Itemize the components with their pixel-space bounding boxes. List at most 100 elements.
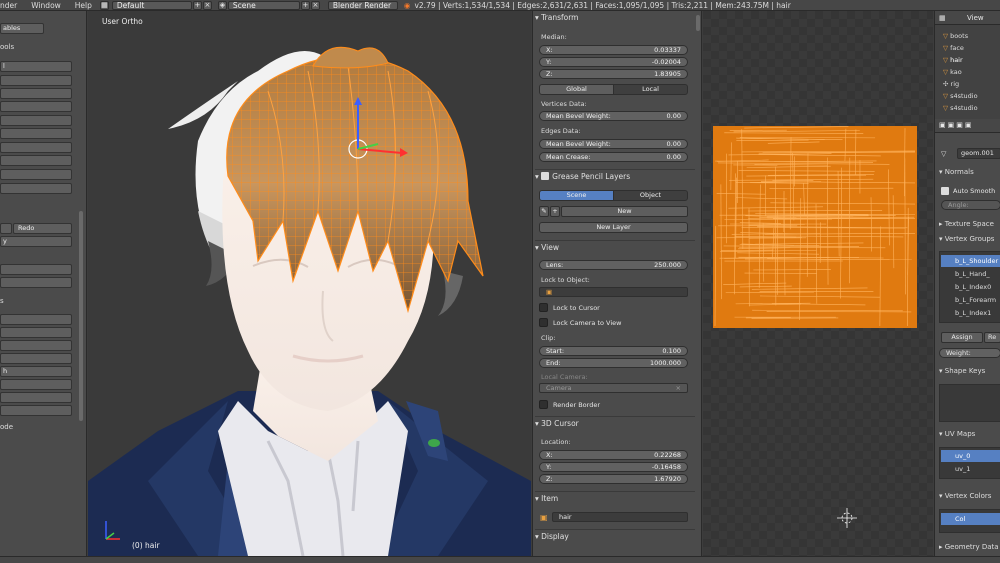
remove-scene-icon[interactable]: × xyxy=(310,0,320,10)
transform-panel-header[interactable]: ▾ Transform xyxy=(535,11,695,25)
item-panel-header[interactable]: ▾ Item xyxy=(535,491,695,505)
lock-camera-checkbox[interactable] xyxy=(539,318,548,327)
outliner-item[interactable]: ▽ boots xyxy=(943,30,968,42)
median-z-field[interactable]: Z: 1.83905 xyxy=(539,69,688,79)
tool-button[interactable] xyxy=(0,142,72,153)
tool-button[interactable] xyxy=(0,128,72,139)
global-toggle[interactable]: Global xyxy=(539,84,614,95)
cursor-x-field[interactable]: X: 0.22268 xyxy=(539,450,688,460)
tool-button[interactable] xyxy=(0,101,72,112)
tool-button[interactable] xyxy=(0,155,72,166)
normals-header[interactable]: ▾ Normals xyxy=(939,168,974,176)
vertex-color-item[interactable]: Col xyxy=(941,513,1000,525)
grease-pencil-panel-header[interactable]: ▾ Grease Pencil Layers xyxy=(535,169,695,183)
median-x-field[interactable]: X: 0.03337 xyxy=(539,45,688,55)
add-scene-icon[interactable]: + xyxy=(300,0,310,10)
3d-viewport[interactable]: User Ortho (0) hair xyxy=(88,11,531,556)
toolshelf-scrollbar[interactable] xyxy=(79,211,83,421)
tool-button[interactable] xyxy=(0,353,72,364)
outliner-item[interactable]: ▽ kao xyxy=(943,66,962,78)
texture-space-header[interactable]: ▸ Texture Space xyxy=(939,220,994,228)
new-layer-button[interactable]: New Layer xyxy=(539,222,688,233)
tool-button[interactable] xyxy=(0,183,72,194)
vertex-group-item[interactable]: b_L_Hand_ xyxy=(941,268,1000,280)
menu-help[interactable]: Help xyxy=(68,1,99,10)
tool-button[interactable] xyxy=(0,405,72,416)
outliner-item[interactable]: ▽ s4studio xyxy=(943,102,978,114)
tool-button[interactable] xyxy=(0,75,72,86)
render-border-checkbox[interactable] xyxy=(539,400,548,409)
outliner-item[interactable]: ✣ rig xyxy=(943,78,959,90)
outliner-item[interactable]: ▽ hair xyxy=(943,54,963,66)
weight-field[interactable]: Weight: xyxy=(939,348,1000,358)
add-screen-icon[interactable]: + xyxy=(192,0,202,10)
properties-scrollbar[interactable] xyxy=(696,15,700,31)
tool-button[interactable] xyxy=(0,327,72,338)
outliner-item[interactable]: ▽ s4studio xyxy=(943,90,978,102)
mesh-name-field[interactable]: geom.001 xyxy=(957,148,1000,159)
tool-button[interactable] xyxy=(0,379,72,390)
scene-source-toggle[interactable]: Scene xyxy=(539,190,614,201)
uv-maps-header[interactable]: ▾ UV Maps xyxy=(939,430,975,438)
vertex-bevel-weight-field[interactable]: Mean Bevel Weight: 0.00 xyxy=(539,111,688,121)
tool-button[interactable] xyxy=(0,392,72,403)
redo-button[interactable]: Redo xyxy=(13,223,72,234)
tool-button[interactable] xyxy=(0,115,72,126)
vertex-group-item[interactable]: b_L_Forearm xyxy=(941,294,1000,306)
vertex-group-item[interactable]: b_L_Shoulder xyxy=(941,255,1000,267)
mean-crease-field[interactable]: Mean Crease: 0.00 xyxy=(539,152,688,162)
uv-map-item[interactable]: uv_1 xyxy=(941,463,1000,475)
scene-icon[interactable]: ◈ xyxy=(217,0,227,10)
median-y-field[interactable]: Y: -0.02004 xyxy=(539,57,688,67)
tool-button[interactable] xyxy=(0,264,72,275)
tool-button[interactable] xyxy=(0,88,72,99)
outliner-item[interactable]: ▽ face xyxy=(943,42,964,54)
vertex-group-item[interactable]: b_L_Index0 xyxy=(941,281,1000,293)
item-name-field[interactable]: hair xyxy=(552,512,688,522)
menu-render[interactable]: nder xyxy=(0,1,24,10)
assign-button[interactable]: Assign xyxy=(941,332,983,343)
new-gpencil-button[interactable]: New xyxy=(561,206,688,217)
undo-button[interactable] xyxy=(0,223,12,234)
vertex-groups-header[interactable]: ▾ Vertex Groups xyxy=(939,235,994,243)
remove-from-group-button[interactable]: Re xyxy=(984,332,1000,343)
local-toggle[interactable]: Local xyxy=(613,84,688,95)
display-panel-header[interactable]: ▾ Display xyxy=(535,529,695,543)
scene-select[interactable]: Scene xyxy=(227,0,300,10)
tool-button[interactable]: h xyxy=(0,366,72,377)
tool-button[interactable] xyxy=(0,277,72,288)
vertex-group-item[interactable]: b_L_Index1 xyxy=(941,307,1000,319)
clip-start-field[interactable]: Start: 0.100 xyxy=(539,346,688,356)
screen-layout-select[interactable]: Default xyxy=(111,0,192,10)
add-icon[interactable]: + xyxy=(550,206,560,217)
cursor-z-field[interactable]: Z: 1.67920 xyxy=(539,474,688,484)
vertex-colors-header[interactable]: ▾ Vertex Colors xyxy=(939,492,991,500)
lens-field[interactable]: Lens: 250.000 xyxy=(539,260,688,270)
cursor-y-field[interactable]: Y: -0.16458 xyxy=(539,462,688,472)
tool-button[interactable] xyxy=(0,169,72,180)
undo-history-button[interactable]: y xyxy=(0,236,72,247)
auto-smooth-checkbox[interactable] xyxy=(941,187,949,195)
clip-end-field[interactable]: End: 1000.000 xyxy=(539,358,688,368)
tool-button[interactable]: ables xyxy=(0,23,44,34)
edge-bevel-weight-field[interactable]: Mean Bevel Weight: 0.00 xyxy=(539,139,688,149)
context-icons[interactable]: ▣▣▣▣ xyxy=(939,121,973,129)
uv-image-editor[interactable] xyxy=(703,11,933,556)
uv-map-item[interactable]: uv_0 xyxy=(941,450,1000,462)
shape-keys-header[interactable]: ▾ Shape Keys xyxy=(939,367,985,375)
pencil-icon[interactable]: ✎ xyxy=(539,206,549,217)
tool-button[interactable] xyxy=(0,340,72,351)
remove-screen-icon[interactable]: × xyxy=(202,0,212,10)
render-engine-select[interactable]: Blender Render xyxy=(327,0,398,10)
geometry-data-header[interactable]: ▸ Geometry Data xyxy=(939,543,999,551)
cursor-panel-header[interactable]: ▾ 3D Cursor xyxy=(535,416,695,430)
lock-object-field[interactable]: ▣ xyxy=(539,287,688,297)
object-source-toggle[interactable]: Object xyxy=(613,190,688,201)
tool-button[interactable]: l xyxy=(0,61,72,72)
menu-window[interactable]: Window xyxy=(24,1,68,10)
lock-to-cursor-checkbox[interactable] xyxy=(539,303,548,312)
grease-pencil-checkbox[interactable] xyxy=(541,172,550,180)
view-panel-header[interactable]: ▾ View xyxy=(535,240,695,254)
outliner-view-menu[interactable]: View xyxy=(967,14,984,22)
outliner-editor-icon[interactable]: ▦ xyxy=(939,14,946,22)
